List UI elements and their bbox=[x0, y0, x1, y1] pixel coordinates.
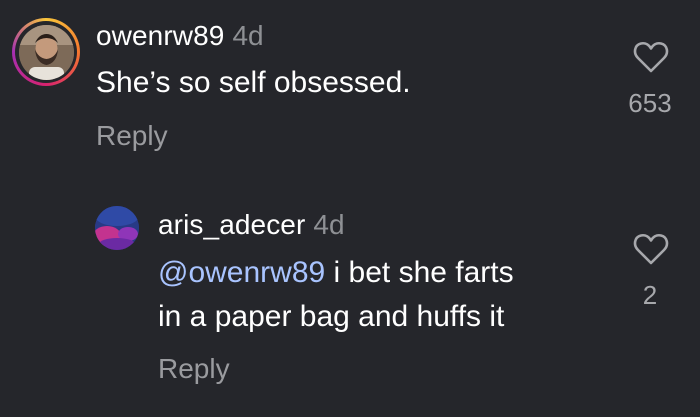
username-link[interactable]: aris_adecer bbox=[158, 209, 305, 240]
comment-header: owenrw89 4d bbox=[96, 20, 264, 52]
comment-text: She’s so self obsessed. bbox=[96, 66, 411, 99]
reply-button[interactable]: Reply bbox=[158, 353, 230, 385]
like-count: 653 bbox=[628, 88, 672, 118]
reply-header: aris_adecer 4d bbox=[158, 209, 345, 241]
reply-text-line-2: in a paper bag and huffs it bbox=[158, 300, 505, 333]
profile-photo-icon bbox=[95, 206, 139, 250]
story-ring-avatar[interactable] bbox=[12, 18, 80, 86]
timestamp: 4d bbox=[313, 209, 345, 240]
like-button[interactable] bbox=[633, 232, 669, 271]
heart-icon bbox=[633, 41, 669, 73]
avatar bbox=[18, 24, 74, 80]
like-button[interactable] bbox=[633, 40, 669, 79]
reply-button[interactable]: Reply bbox=[96, 120, 168, 152]
like-count: 2 bbox=[642, 280, 658, 310]
reply-text-line-1: @owenrw89 i bet she farts bbox=[158, 253, 514, 293]
profile-photo-icon bbox=[18, 24, 74, 80]
username-link[interactable]: owenrw89 bbox=[96, 20, 224, 51]
reply-text: i bet she farts bbox=[325, 256, 514, 289]
heart-icon bbox=[633, 233, 669, 265]
mention-link[interactable]: @owenrw89 bbox=[158, 256, 325, 289]
reply-avatar[interactable] bbox=[95, 206, 139, 250]
avatar-gap bbox=[15, 21, 77, 83]
timestamp: 4d bbox=[232, 20, 264, 51]
